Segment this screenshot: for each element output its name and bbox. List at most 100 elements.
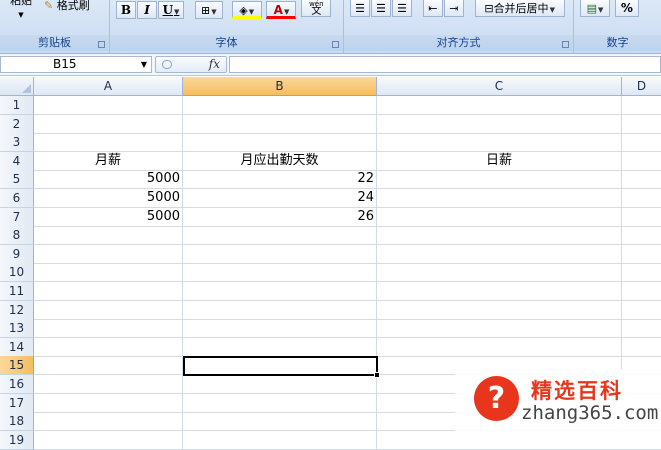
cell-b17[interactable] [183, 394, 377, 413]
accounting-dropdown-icon[interactable]: ▼ [598, 6, 603, 14]
cell-a12[interactable] [34, 301, 183, 320]
cell-d10[interactable] [622, 263, 661, 282]
cell-a18[interactable] [34, 412, 183, 431]
cell-c11[interactable] [377, 282, 622, 301]
cell-a8[interactable] [34, 226, 183, 245]
border-dropdown-icon[interactable]: ▼ [211, 8, 216, 16]
paste-button[interactable]: 粘贴 ▼ [4, 0, 38, 19]
merge-center-dropdown-icon[interactable]: ▼ [550, 6, 555, 14]
column-header-b[interactable]: B [183, 77, 377, 96]
cell-d3[interactable] [622, 133, 661, 152]
cell-b1[interactable] [183, 96, 377, 115]
cell-c6[interactable] [377, 189, 622, 208]
cell-d1[interactable] [622, 96, 661, 115]
row-header-1[interactable]: 1 [0, 96, 34, 115]
cell-a11[interactable] [34, 282, 183, 301]
underline-button[interactable]: U▼ [158, 1, 184, 19]
font-color-dropdown-icon[interactable]: ▼ [284, 8, 289, 16]
row-header-7[interactable]: 7 [0, 208, 34, 227]
cell-d13[interactable] [622, 319, 661, 338]
font-color-button[interactable]: A▼ [266, 1, 297, 19]
row-header-6[interactable]: 6 [0, 189, 34, 208]
cell-a17[interactable] [34, 394, 183, 413]
row-header-16[interactable]: 16 [0, 375, 34, 394]
cell-b8[interactable] [183, 226, 377, 245]
cell-d7[interactable] [622, 208, 661, 227]
cell-d8[interactable] [622, 226, 661, 245]
cell-c1[interactable] [377, 96, 622, 115]
row-header-14[interactable]: 14 [0, 338, 34, 357]
cell-b6[interactable]: 24 [183, 189, 377, 208]
bold-button[interactable]: B [116, 1, 136, 19]
cell-a7[interactable]: 5000 [34, 208, 183, 227]
cell-b10[interactable] [183, 263, 377, 282]
cell-c9[interactable] [377, 245, 622, 264]
cell-c2[interactable] [377, 115, 622, 134]
formula-input[interactable] [229, 56, 661, 73]
cell-c12[interactable] [377, 301, 622, 320]
cell-b11[interactable] [183, 282, 377, 301]
row-header-9[interactable]: 9 [0, 245, 34, 264]
italic-button[interactable]: I [137, 1, 157, 19]
fill-handle[interactable] [374, 372, 380, 378]
fill-color-button[interactable]: ◈▼ [231, 1, 262, 19]
underline-dropdown-icon[interactable]: ▼ [174, 7, 179, 16]
cell-c14[interactable] [377, 338, 622, 357]
row-header-11[interactable]: 11 [0, 282, 34, 301]
cell-a4[interactable]: 月薪 [34, 152, 183, 171]
increase-indent-button[interactable]: ⇥ [443, 0, 464, 17]
cell-b2[interactable] [183, 115, 377, 134]
align-center-button[interactable]: ☰ [371, 0, 391, 17]
cell-a6[interactable]: 5000 [34, 189, 183, 208]
cell-b3[interactable] [183, 133, 377, 152]
cell-b4[interactable]: 月应出勤天数 [183, 152, 377, 171]
row-header-15[interactable]: 15 [0, 356, 34, 375]
column-header-d[interactable]: D [622, 77, 661, 96]
align-left-button[interactable]: ☰ [350, 0, 370, 17]
cell-d11[interactable] [622, 282, 661, 301]
font-dialog-launcher-icon[interactable] [332, 41, 339, 48]
cell-a13[interactable] [34, 319, 183, 338]
cell-c7[interactable] [377, 208, 622, 227]
cell-a19[interactable] [34, 431, 183, 450]
cell-d5[interactable] [622, 170, 661, 189]
border-button[interactable]: ⊞▼ [194, 1, 223, 19]
cell-a15[interactable] [34, 356, 183, 375]
row-header-5[interactable]: 5 [0, 170, 34, 189]
cell-c8[interactable] [377, 226, 622, 245]
cell-d4[interactable] [622, 152, 661, 171]
name-box[interactable]: B15 ▼ [0, 56, 152, 73]
row-header-4[interactable]: 4 [0, 152, 34, 171]
row-header-18[interactable]: 18 [0, 412, 34, 431]
cell-b19[interactable] [183, 431, 377, 450]
clipboard-dialog-launcher-icon[interactable] [98, 41, 105, 48]
row-header-12[interactable]: 12 [0, 301, 34, 320]
cell-b7[interactable]: 26 [183, 208, 377, 227]
cell-c4[interactable]: 日薪 [377, 152, 622, 171]
row-header-2[interactable]: 2 [0, 115, 34, 134]
cell-a14[interactable] [34, 338, 183, 357]
row-header-17[interactable]: 17 [0, 394, 34, 413]
fill-color-dropdown-icon[interactable]: ▼ [249, 8, 254, 16]
cell-d12[interactable] [622, 301, 661, 320]
name-box-dropdown-icon[interactable]: ▼ [141, 57, 147, 72]
cell-d9[interactable] [622, 245, 661, 264]
cell-b18[interactable] [183, 412, 377, 431]
format-painter-button[interactable]: ✎ 格式刷 [44, 0, 106, 16]
cell-c3[interactable] [377, 133, 622, 152]
cell-a5[interactable]: 5000 [34, 170, 183, 189]
cell-b5[interactable]: 22 [183, 170, 377, 189]
column-header-c[interactable]: C [377, 77, 622, 96]
row-header-19[interactable]: 19 [0, 431, 34, 450]
row-header-13[interactable]: 13 [0, 319, 34, 338]
merge-center-button[interactable]: ⊟合并后居中▼ [474, 0, 565, 17]
percent-button[interactable]: % [614, 0, 639, 17]
cell-d6[interactable] [622, 189, 661, 208]
row-header-10[interactable]: 10 [0, 263, 34, 282]
alignment-dialog-launcher-icon[interactable] [562, 41, 569, 48]
cell-b13[interactable] [183, 319, 377, 338]
decrease-indent-button[interactable]: ⇤ [422, 0, 443, 17]
select-all-corner[interactable] [0, 77, 34, 96]
cell-c10[interactable] [377, 263, 622, 282]
row-header-8[interactable]: 8 [0, 226, 34, 245]
